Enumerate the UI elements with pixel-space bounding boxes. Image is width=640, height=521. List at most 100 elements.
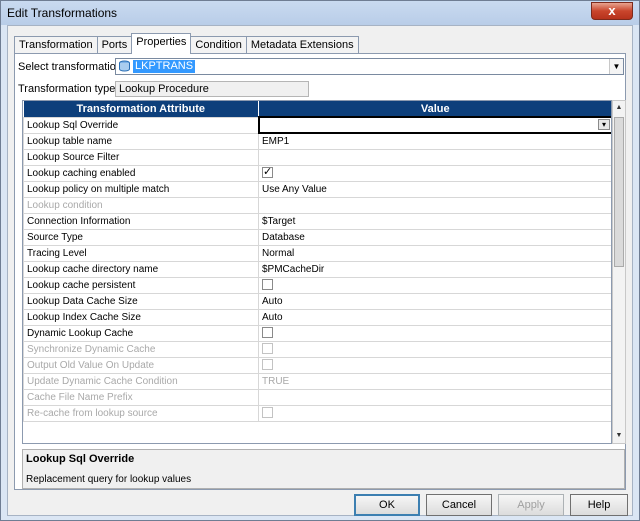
tab-label: Transformation [19, 39, 93, 51]
column-header-attribute[interactable]: Transformation Attribute [23, 101, 259, 117]
table-row[interactable]: Update Dynamic Cache Condition TRUE [23, 372, 611, 390]
table-row[interactable]: Output Old Value On Update [23, 356, 611, 374]
value-text: Database [262, 231, 305, 243]
transformation-type-label: Transformation type: [18, 83, 119, 95]
value-cell[interactable]: ▾ [257, 116, 611, 134]
checkbox[interactable] [262, 327, 273, 339]
grid-body: Lookup Sql Override ▾ Lookup table name EMP… [23, 116, 611, 422]
table-row[interactable]: Lookup condition [23, 196, 611, 214]
tab-metadata-extensions[interactable]: Metadata Extensions [245, 36, 359, 54]
attribute-cell: Re-cache from lookup source [23, 404, 259, 422]
value-cell[interactable]: EMP1 [258, 132, 611, 150]
attribute-cell: Lookup Source Filter [23, 148, 259, 166]
chevron-down-icon[interactable]: ▼ [609, 59, 623, 74]
value-cell[interactable] [258, 324, 611, 342]
value-text: $Target [262, 215, 296, 227]
description-title: Lookup Sql Override [26, 453, 135, 465]
apply-button[interactable]: Apply [498, 494, 564, 516]
vertical-scrollbar[interactable]: ▲ ▼ [612, 100, 626, 444]
cancel-button[interactable]: Cancel [426, 494, 492, 516]
value-cell [258, 340, 611, 358]
checkbox [262, 407, 273, 419]
tab-label: Properties [136, 36, 187, 48]
ok-button[interactable]: OK [354, 494, 420, 516]
dialog-client: Transformation Ports Properties Conditio… [7, 25, 633, 516]
value-cell[interactable] [258, 148, 611, 166]
value-text: Normal [262, 247, 295, 259]
column-header-value[interactable]: Value [258, 101, 611, 117]
table-row[interactable]: Lookup cache persistent [23, 276, 611, 294]
table-row[interactable]: Lookup table name EMP1 [23, 132, 611, 150]
attribute-cell: Lookup table name [23, 132, 259, 150]
checkbox[interactable] [262, 166, 273, 179]
tab-properties[interactable]: Properties [131, 33, 192, 54]
scrollbar-thumb[interactable] [614, 117, 624, 267]
attribute-cell: Lookup cache directory name [23, 260, 259, 278]
table-row[interactable]: Lookup Source Filter [23, 148, 611, 166]
value-cell [258, 196, 611, 214]
scroll-up-icon[interactable]: ▲ [613, 101, 625, 115]
attribute-cell: Update Dynamic Cache Condition [23, 372, 259, 390]
table-row[interactable]: Lookup caching enabled [23, 164, 611, 182]
checkbox [262, 359, 273, 371]
value-cell[interactable]: $PMCacheDir [258, 260, 611, 278]
value-cell [258, 404, 611, 422]
select-transformation-dropdown[interactable]: LKPTRANS ▼ [115, 58, 624, 75]
attribute-cell: Lookup Index Cache Size [23, 308, 259, 326]
table-row[interactable]: Re-cache from lookup source [23, 404, 611, 422]
table-row[interactable]: Lookup Index Cache Size Auto [23, 308, 611, 326]
checkbox [262, 343, 273, 355]
value-cell[interactable]: $Target [258, 212, 611, 230]
scroll-down-icon[interactable]: ▼ [613, 429, 625, 443]
table-row[interactable]: Lookup policy on multiple match Use Any V… [23, 180, 611, 198]
value-text: Auto [262, 295, 283, 307]
attribute-cell: Lookup Sql Override [23, 116, 259, 134]
attribute-cell: Connection Information [23, 212, 259, 230]
table-row[interactable]: Dynamic Lookup Cache [23, 324, 611, 342]
properties-panel: Select transformation: LKPTRANS ▼ Transf… [14, 53, 626, 490]
table-row[interactable]: Tracing Level Normal [23, 244, 611, 262]
attribute-cell: Lookup Data Cache Size [23, 292, 259, 310]
attribute-cell: Source Type [23, 228, 259, 246]
value-cell[interactable]: Database [258, 228, 611, 246]
tab-condition[interactable]: Condition [190, 36, 247, 54]
attribute-cell: Lookup policy on multiple match [23, 180, 259, 198]
value-cell[interactable] [258, 276, 611, 294]
table-row[interactable]: Connection Information $Target [23, 212, 611, 230]
value-cell[interactable]: Auto [258, 308, 611, 326]
value-cell[interactable] [258, 164, 611, 182]
attribute-cell: Cache File Name Prefix [23, 388, 259, 406]
tab-label: Condition [195, 39, 242, 51]
table-row[interactable]: Source Type Database [23, 228, 611, 246]
tab-transformation[interactable]: Transformation [14, 36, 98, 54]
attribute-cell: Lookup condition [23, 196, 259, 214]
window-title: Edit Transformations [7, 6, 118, 20]
value-cell[interactable]: Auto [258, 292, 611, 310]
table-row[interactable]: Lookup Data Cache Size Auto [23, 292, 611, 310]
selected-transformation: LKPTRANS [133, 60, 196, 73]
attribute-cell: Dynamic Lookup Cache [23, 324, 259, 342]
table-row[interactable]: Cache File Name Prefix [23, 388, 611, 406]
edit-transformations-window: Edit Transformations x Transformation Po… [0, 0, 640, 521]
description-text: Replacement query for lookup values [26, 474, 192, 485]
close-icon: x [608, 3, 616, 18]
attribute-cell: Output Old Value On Update [23, 356, 259, 374]
checkbox[interactable] [262, 279, 273, 291]
attribute-cell: Lookup cache persistent [23, 276, 259, 294]
description-panel: Lookup Sql Override Replacement query fo… [22, 449, 625, 489]
tab-label: Ports [101, 39, 128, 51]
table-row[interactable]: Lookup Sql Override ▾ [23, 116, 611, 134]
value-text: Auto [262, 311, 283, 323]
table-row[interactable]: Synchronize Dynamic Cache [23, 340, 611, 358]
transformation-type-value: Lookup Procedure [115, 81, 309, 97]
value-cell[interactable]: Normal [258, 244, 611, 262]
select-transformation-label: Select transformation: [18, 61, 125, 73]
table-row[interactable]: Lookup cache directory name $PMCacheDir [23, 260, 611, 278]
value-cell [258, 356, 611, 374]
close-button[interactable]: x [591, 2, 633, 20]
tab-label: Metadata Extensions [250, 39, 354, 51]
value-cell[interactable]: Use Any Value [258, 180, 611, 198]
edit-icon[interactable]: ▾ [598, 119, 610, 130]
tab-ports[interactable]: Ports [96, 36, 133, 54]
help-button[interactable]: Help [570, 494, 628, 516]
